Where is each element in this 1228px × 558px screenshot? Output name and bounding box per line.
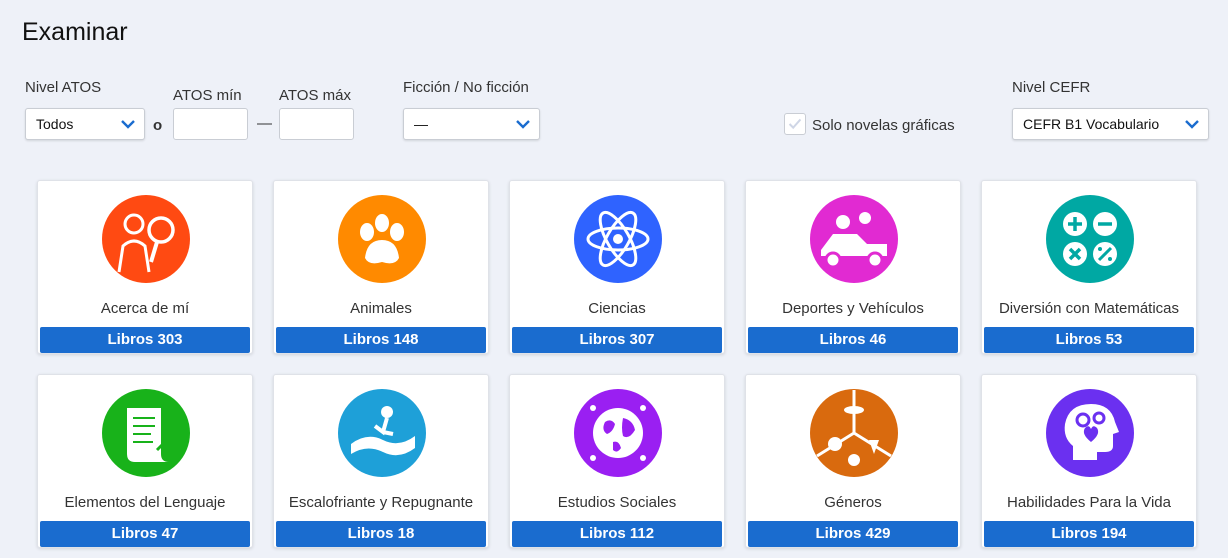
scroll-icon [102, 389, 190, 477]
fiction-value: — [414, 116, 428, 132]
category-card-acerca-de-mi[interactable]: Acerca de mí Libros 303 [37, 180, 253, 354]
range-dash: — [257, 115, 272, 132]
category-name: Estudios Sociales [557, 494, 677, 511]
head-gears-icon [1046, 389, 1134, 477]
atos-min-input[interactable] [173, 108, 248, 140]
cefr-select[interactable]: CEFR B1 Vocabulario [1012, 108, 1209, 140]
atos-max-label: ATOS máx [279, 87, 351, 104]
category-name: Deportes y Vehículos [782, 300, 924, 317]
book-count-badge: Libros 194 [984, 521, 1194, 547]
book-count-badge: Libros 46 [748, 327, 958, 353]
category-card-elementos-lenguaje[interactable]: Elementos del Lenguaje Libros 47 [37, 374, 253, 548]
book-count-badge: Libros 307 [512, 327, 722, 353]
chevron-down-icon [1185, 120, 1199, 129]
slide-figure-icon [338, 389, 426, 477]
math-operators-icon [1046, 195, 1134, 283]
category-card-habilidades-vida[interactable]: Habilidades Para la Vida Libros 194 [981, 374, 1197, 548]
cefr-label: Nivel CEFR [1012, 79, 1091, 96]
genres-wheel-icon [810, 389, 898, 477]
category-name: Elementos del Lenguaje [64, 494, 226, 511]
book-count-badge: Libros 303 [40, 327, 250, 353]
atos-min-label: ATOS mín [173, 87, 242, 104]
category-card-estudios-sociales[interactable]: Estudios Sociales Libros 112 [509, 374, 725, 548]
or-text: o [153, 117, 163, 134]
book-count-badge: Libros 18 [276, 521, 486, 547]
category-name: Habilidades Para la Vida [1007, 494, 1171, 511]
category-card-diversion-matematicas[interactable]: Diversión con Matemáticas Libros 53 [981, 180, 1197, 354]
atos-max-input[interactable] [279, 108, 354, 140]
book-count-badge: Libros 148 [276, 327, 486, 353]
check-icon [788, 118, 802, 130]
category-card-escalofriante-repugnante[interactable]: Escalofriante y Repugnante Libros 18 [273, 374, 489, 548]
book-count-badge: Libros 429 [748, 521, 958, 547]
vehicle-icon [810, 195, 898, 283]
person-magnifier-icon [102, 195, 190, 283]
category-card-generos[interactable]: Géneros Libros 429 [745, 374, 961, 548]
category-name: Diversión con Matemáticas [998, 300, 1180, 317]
category-name: Ciencias [588, 300, 646, 317]
page-title: Examinar [22, 18, 128, 46]
category-name: Escalofriante y Repugnante [288, 494, 474, 511]
fiction-label: Ficción / No ficción [403, 79, 529, 96]
category-name: Acerca de mí [100, 300, 190, 317]
category-name: Animales [350, 300, 412, 317]
atos-level-value: Todos [36, 116, 74, 132]
atos-level-label: Nivel ATOS [25, 79, 102, 96]
chevron-down-icon [121, 120, 135, 129]
cefr-value: CEFR B1 Vocabulario [1023, 116, 1160, 132]
chevron-down-icon [516, 120, 530, 129]
book-count-badge: Libros 53 [984, 327, 1194, 353]
book-count-badge: Libros 47 [40, 521, 250, 547]
globe-icon [574, 389, 662, 477]
graphic-novels-checkbox[interactable] [784, 113, 806, 135]
category-name: Géneros [824, 494, 882, 511]
book-count-badge: Libros 112 [512, 521, 722, 547]
fiction-select[interactable]: — [403, 108, 540, 140]
category-card-deportes-vehiculos[interactable]: Deportes y Vehículos Libros 46 [745, 180, 961, 354]
paw-icon [338, 195, 426, 283]
category-card-ciencias[interactable]: Ciencias Libros 307 [509, 180, 725, 354]
category-card-animales[interactable]: Animales Libros 148 [273, 180, 489, 354]
atom-icon [574, 195, 662, 283]
atos-level-select[interactable]: Todos [25, 108, 145, 140]
graphic-novels-label: Solo novelas gráficas [812, 117, 955, 134]
